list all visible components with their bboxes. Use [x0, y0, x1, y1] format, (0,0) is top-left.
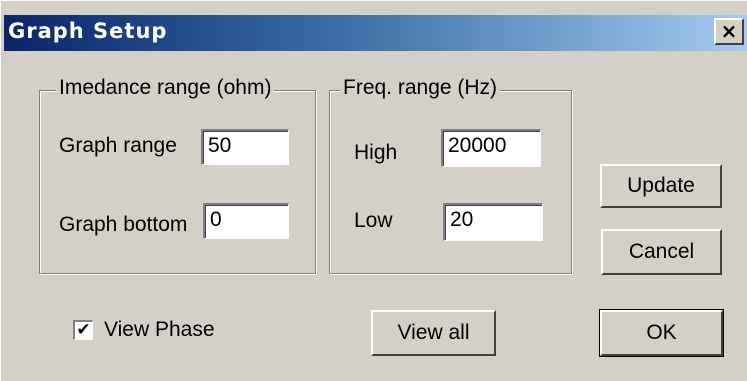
window-title: Graph Setup [8, 19, 168, 43]
view-all-button[interactable]: View all [371, 310, 496, 356]
high-label: High [354, 141, 398, 164]
graph-bottom-input[interactable]: 0 [203, 203, 289, 239]
freq-range-legend: Freq. range (Hz) [340, 76, 501, 100]
freq-high-input[interactable]: 20000 [441, 129, 541, 167]
graph-range-input[interactable]: 50 [201, 129, 289, 165]
graph-setup-dialog: Graph Setup × Imedance range (ohm) Graph… [0, 0, 747, 381]
graph-bottom-label: Graph bottom [59, 213, 188, 236]
ok-button[interactable]: OK [599, 309, 724, 357]
view-phase-label[interactable]: View Phase [104, 318, 215, 342]
title-bar[interactable]: Graph Setup [4, 15, 747, 51]
close-icon: × [720, 19, 738, 43]
update-button[interactable]: Update [600, 164, 722, 208]
freq-range-group: Freq. range (Hz) [329, 76, 572, 274]
close-button[interactable]: × [714, 18, 744, 45]
check-icon: ✔ [76, 320, 91, 340]
graph-range-label: Graph range [59, 134, 177, 157]
impedance-range-legend: Imedance range (ohm) [56, 76, 275, 100]
impedance-range-group: Imedance range (ohm) [39, 76, 316, 274]
cancel-button[interactable]: Cancel [601, 229, 722, 275]
freq-low-input[interactable]: 20 [443, 203, 543, 241]
low-label: Low [354, 209, 393, 232]
view-phase-checkbox[interactable]: ✔ [73, 320, 93, 340]
